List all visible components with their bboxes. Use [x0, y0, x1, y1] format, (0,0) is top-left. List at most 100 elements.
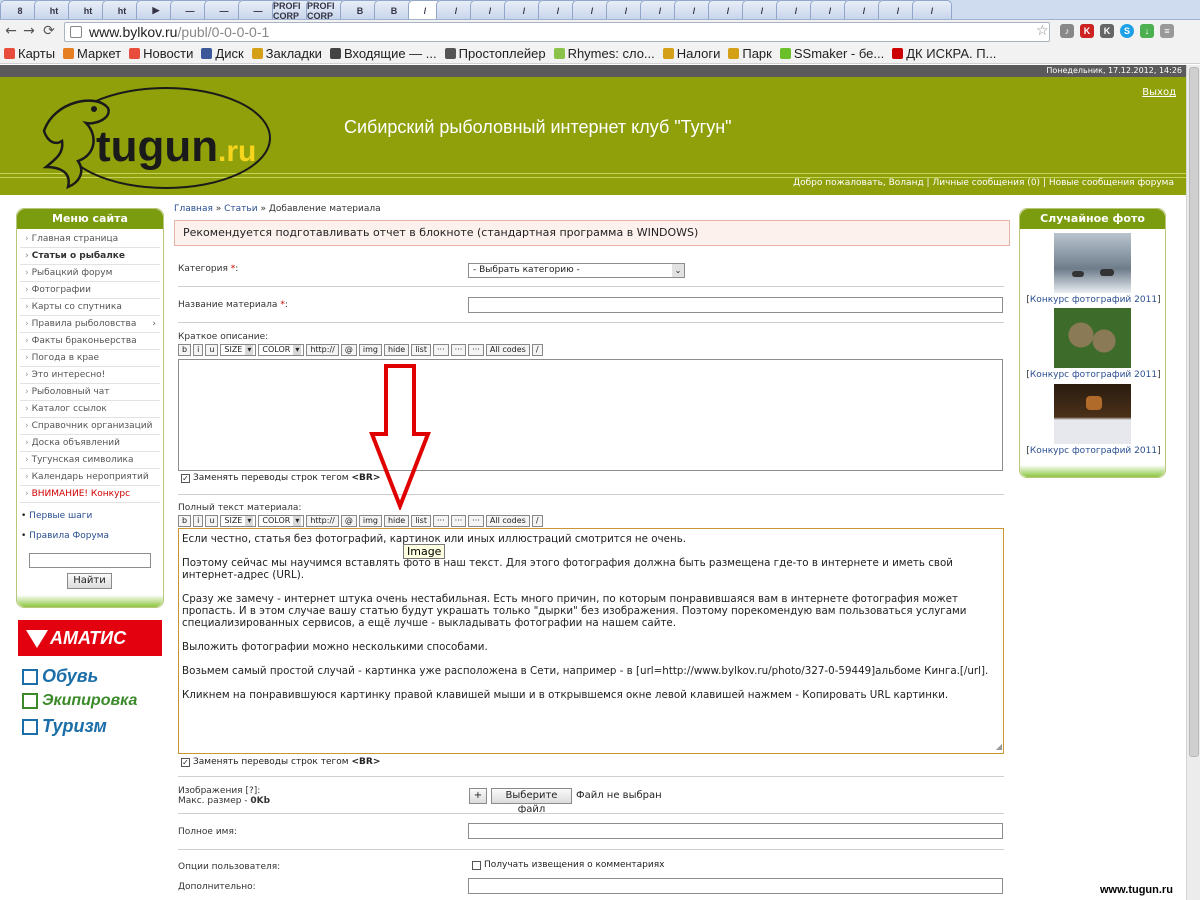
bold-button[interactable]: b [178, 515, 192, 527]
all-codes-button[interactable]: All codes [485, 344, 530, 356]
menu-item[interactable]: › Доска объявлений [20, 435, 160, 452]
more-button[interactable]: ··· [468, 344, 484, 356]
material-name-input[interactable] [468, 297, 1003, 313]
menu-item[interactable]: › Рыбацкий форум [20, 265, 160, 282]
color-select[interactable]: COLOR ▾ [258, 515, 305, 527]
ext-kb-icon[interactable]: K [1100, 24, 1114, 38]
logout-link[interactable]: Выход [1142, 87, 1176, 98]
menu-item[interactable]: › ВНИМАНИЕ! Конкурс [20, 486, 160, 503]
search-button[interactable]: Найти [67, 573, 112, 589]
crumb-home[interactable]: Главная [174, 204, 213, 214]
short-br-checkbox[interactable]: ✓ [181, 473, 190, 483]
page-scrollbar[interactable] [1186, 65, 1200, 900]
forum-new-link[interactable]: Новые сообщения форума [1049, 178, 1174, 188]
choose-file-button[interactable]: Выберите файл [491, 788, 572, 815]
bookmark-item[interactable]: Диск [201, 46, 244, 61]
menu-item[interactable]: › Факты браконьерства [20, 333, 160, 350]
full-text-textarea[interactable]: Если честно, статья без фотографий, карт… [178, 528, 1004, 754]
img-button[interactable]: img [358, 515, 382, 527]
amatis-logo[interactable]: АМАТИС [18, 620, 162, 656]
menu-item[interactable]: › Календарь нероприятий [20, 469, 160, 486]
img-button[interactable]: img [358, 344, 382, 356]
add-image-button[interactable]: + [469, 788, 487, 804]
skype-icon[interactable]: S [1120, 24, 1134, 38]
bookmark-item[interactable]: Закладки [251, 46, 322, 61]
underline-button[interactable]: u [205, 515, 219, 527]
menu-item[interactable]: › Правила рыболовства › [20, 316, 160, 333]
more-button[interactable]: ··· [432, 344, 449, 356]
site-search-input[interactable] [29, 553, 151, 568]
bookmark-item[interactable]: ДК ИСКРА. П... [892, 46, 996, 61]
bookmark-item[interactable]: Маркет [63, 46, 121, 61]
category-select[interactable]: - Выбрать категорию - ⌄ [468, 263, 685, 278]
download-icon[interactable]: ↓ [1140, 24, 1154, 38]
list-button[interactable]: list [411, 344, 431, 356]
bookmark-star-icon[interactable]: ☆ [1036, 23, 1049, 39]
fullname-input[interactable] [468, 823, 1003, 839]
photo-thumb-2[interactable] [1054, 308, 1131, 368]
hide-button[interactable]: hide [383, 344, 410, 356]
resize-grip-icon[interactable]: ◢ [996, 741, 1002, 753]
url-button[interactable]: http:// [306, 515, 339, 527]
reload-icon[interactable]: ⟳ [40, 23, 58, 39]
bookmark-item[interactable]: Входящие — ... [329, 46, 437, 61]
photo-link-3[interactable]: Конкурс фотографий 2011 [1030, 446, 1157, 456]
photo-thumb-1[interactable] [1054, 233, 1131, 293]
user-link[interactable]: Воланд [889, 178, 924, 188]
email-button[interactable]: @ [340, 515, 357, 527]
address-bar[interactable]: www.bylkov.ru/publ/0-0-0-0-1 [64, 22, 1050, 42]
bookmark-item[interactable]: Налоги [662, 46, 720, 61]
size-select[interactable]: SIZE ▾ [220, 515, 257, 527]
menu-item[interactable]: › Справочник организаций [20, 418, 160, 435]
size-select[interactable]: SIZE ▾ [220, 344, 257, 356]
underline-button[interactable]: u [205, 344, 219, 356]
menu-item[interactable]: › Главная страница [20, 231, 160, 248]
bookmark-item[interactable]: SSmaker - бе... [779, 46, 884, 61]
all-codes-button[interactable]: All codes [485, 515, 530, 527]
close-tags-button[interactable]: / [531, 344, 543, 356]
list-button[interactable]: list [411, 515, 431, 527]
menu-item[interactable]: › Каталог ссылок [20, 401, 160, 418]
close-tags-button[interactable]: / [531, 515, 543, 527]
messages-link[interactable]: Личные сообщения (0) [932, 178, 1040, 188]
more-button[interactable]: ··· [432, 515, 449, 527]
menu-item[interactable]: › Это интересно! [20, 367, 160, 384]
forum-rules-link[interactable]: Правила Форума [29, 531, 109, 541]
menu-item[interactable]: › Фотографии [20, 282, 160, 299]
italic-button[interactable]: i [193, 515, 204, 527]
full-br-checkbox[interactable]: ✓ [181, 757, 190, 767]
italic-button[interactable]: i [193, 344, 204, 356]
bookmark-item[interactable]: Rhymes: сло... [553, 46, 655, 61]
back-icon[interactable]: ← [2, 23, 20, 39]
scrollbar-thumb[interactable] [1189, 67, 1199, 757]
bookmark-item[interactable]: Парк [728, 46, 772, 61]
hide-button[interactable]: hide [383, 515, 410, 527]
menu-item[interactable]: › Рыболовный чат [20, 384, 160, 401]
bookmark-item[interactable]: Карты [4, 46, 55, 61]
ext-k-icon[interactable]: K [1080, 24, 1094, 38]
menu-item[interactable]: › Погода в крае [20, 350, 160, 367]
menu-item[interactable]: › Тугунская символика [20, 452, 160, 469]
more-button[interactable]: ··· [468, 515, 484, 527]
menu-item[interactable]: › Карты со спутника [20, 299, 160, 316]
photo-link-1[interactable]: Конкурс фотографий 2011 [1030, 295, 1157, 305]
short-description-textarea[interactable] [178, 359, 1003, 471]
photo-link-2[interactable]: Конкурс фотографий 2011 [1030, 370, 1157, 380]
bold-button[interactable]: b [178, 344, 192, 356]
crumb-articles[interactable]: Статьи [224, 204, 257, 214]
sound-icon[interactable]: ♪ [1060, 24, 1074, 38]
browser-tab[interactable]: / [912, 0, 952, 19]
tugun-logo[interactable]: tugun .ru [26, 83, 276, 193]
bookmark-item[interactable]: Новости [129, 46, 193, 61]
wrench-icon[interactable]: ≡ [1160, 24, 1174, 38]
menu-item[interactable]: › Статьи о рыбалке [20, 248, 160, 265]
email-button[interactable]: @ [340, 344, 357, 356]
more-button[interactable]: ··· [450, 515, 467, 527]
more-button[interactable]: ··· [450, 344, 467, 356]
first-steps-link[interactable]: Первые шаги [29, 511, 92, 521]
color-select[interactable]: COLOR ▾ [258, 344, 305, 356]
notify-checkbox[interactable] [472, 860, 481, 870]
forward-icon[interactable]: → [20, 23, 38, 39]
bookmark-item[interactable]: Простоплейер [444, 46, 546, 61]
photo-thumb-3[interactable] [1054, 384, 1131, 444]
